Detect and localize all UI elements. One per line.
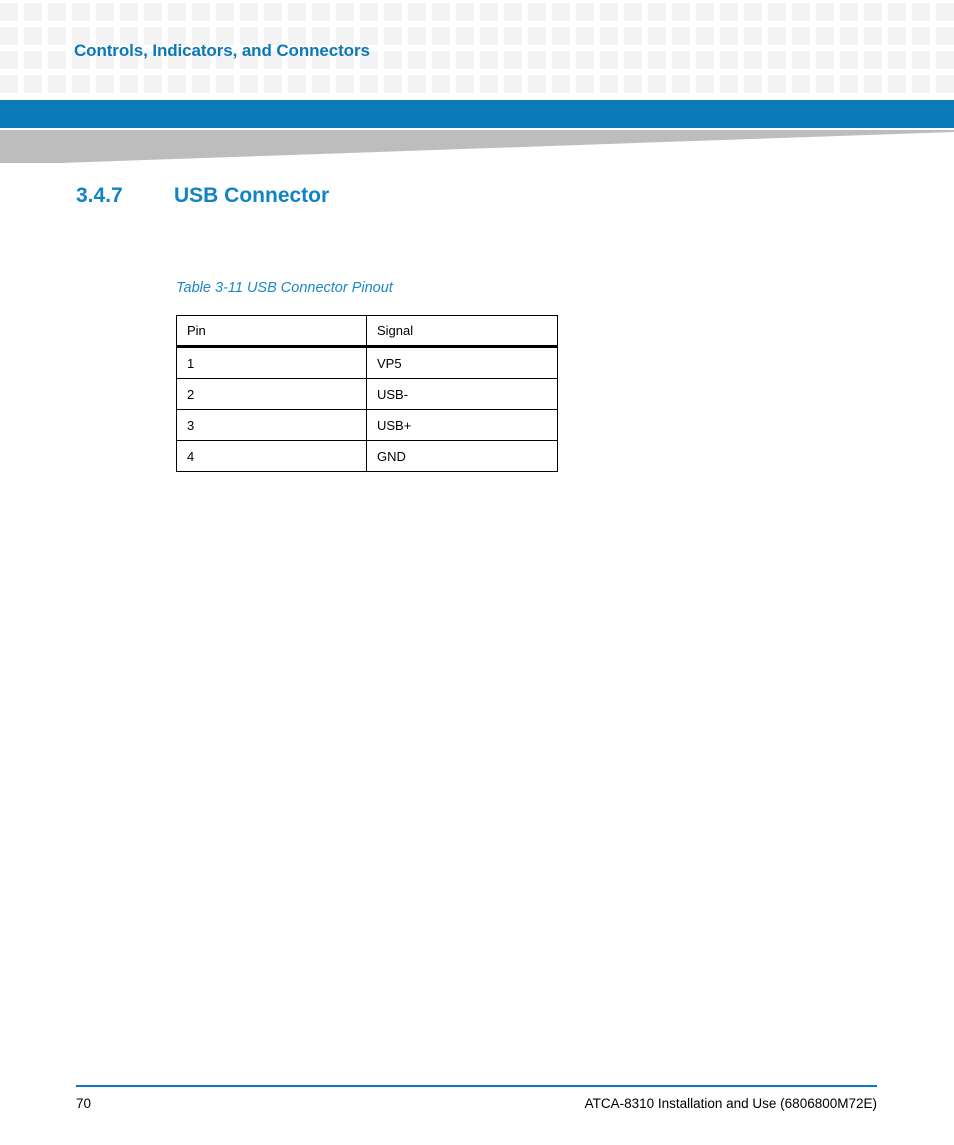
table-header-row: Pin Signal	[176, 315, 558, 348]
cell-signal: GND	[366, 440, 558, 472]
cell-signal: USB-	[366, 378, 558, 410]
cell-signal: USB+	[366, 409, 558, 441]
column-header-pin: Pin	[176, 315, 367, 348]
footer-page-number: 70	[76, 1096, 92, 1111]
table-header: Pin Signal	[176, 315, 558, 348]
cell-pin: 1	[176, 346, 367, 379]
table-caption: Table 3-11 USB Connector Pinout	[176, 280, 393, 296]
section-title: USB Connector	[174, 184, 330, 207]
page-footer: 70 ATCA-8310 Installation and Use (68068…	[76, 1085, 877, 1116]
table-body: 1 VP5 2 USB- 3 USB+ 4 GND	[176, 346, 558, 472]
usb-connector-pinout-table: Pin Signal 1 VP5 2 USB- 3 USB+ 4 GND	[176, 315, 558, 472]
page-header: Controls, Indicators, and Connectors	[0, 0, 954, 100]
table-row: 4 GND	[176, 440, 558, 472]
gray-wedge-shape	[0, 130, 954, 163]
cell-signal: VP5	[366, 346, 558, 379]
running-header-title: Controls, Indicators, and Connectors	[74, 41, 370, 60]
cell-pin: 2	[176, 378, 367, 410]
table-row: 3 USB+	[176, 409, 558, 441]
header-blue-bar	[0, 100, 954, 128]
header-gray-swoosh	[0, 130, 954, 166]
table-row: 1 VP5	[176, 346, 558, 379]
column-header-signal: Signal	[366, 315, 558, 348]
section-heading: 3.4.7 USB Connector	[76, 184, 776, 208]
cell-pin: 3	[176, 409, 367, 441]
section-number: 3.4.7	[76, 184, 123, 207]
footer-document-title: ATCA-8310 Installation and Use (6806800M…	[584, 1096, 877, 1111]
footer-divider	[76, 1085, 877, 1087]
cell-pin: 4	[176, 440, 367, 472]
table-row: 2 USB-	[176, 378, 558, 410]
footer-row: 70 ATCA-8310 Installation and Use (68068…	[76, 1096, 877, 1116]
